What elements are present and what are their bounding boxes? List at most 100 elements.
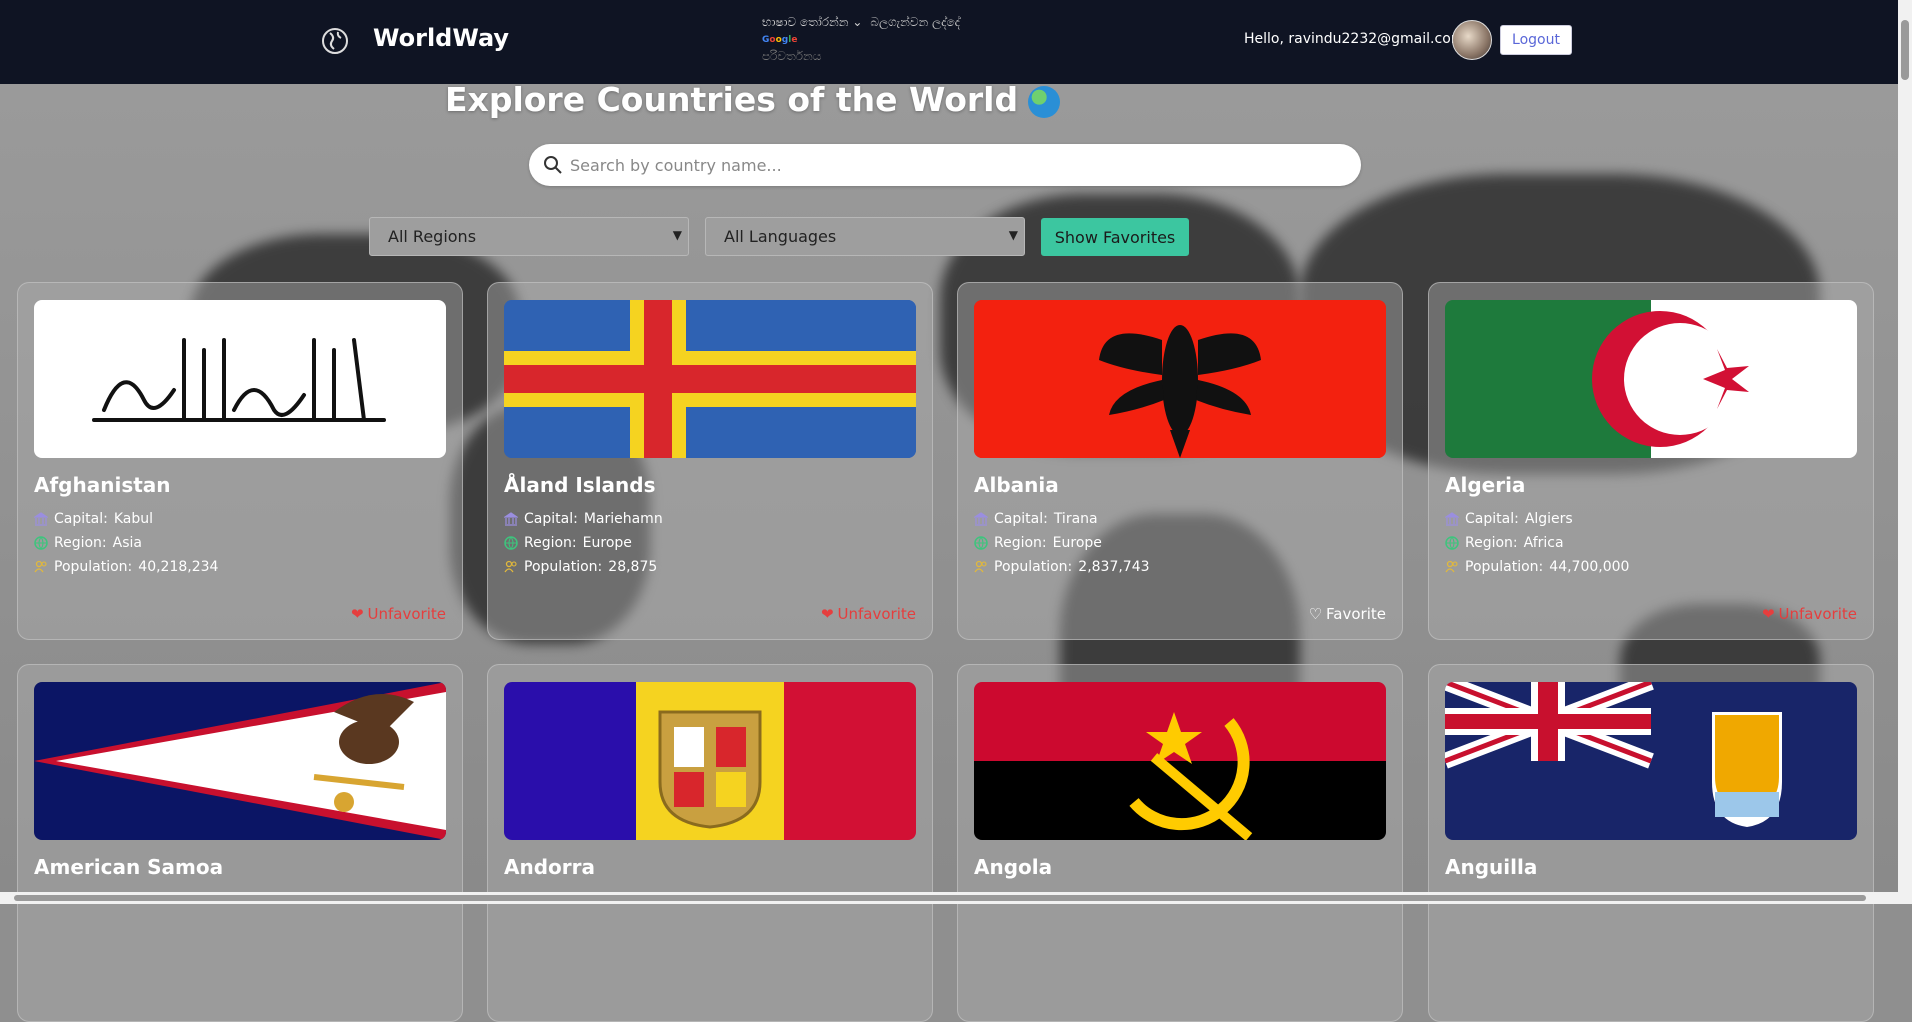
- country-flag: [974, 300, 1386, 458]
- region-row: Region: Europe: [504, 535, 632, 551]
- favorite-label: Unfavorite: [367, 605, 446, 623]
- country-flag: [1445, 300, 1857, 458]
- country-name[interactable]: American Samoa: [34, 855, 223, 879]
- navbar: WorldWay භාෂාව තෝරන්න ⌄ බලගැන්වන ලද්දේ G…: [0, 0, 1898, 84]
- capital-label: Capital:: [994, 511, 1048, 527]
- region-filter-select[interactable]: All Regions ▼: [369, 217, 689, 256]
- horizontal-scrollbar[interactable]: [0, 892, 1898, 904]
- favorite-label: Favorite: [1326, 605, 1386, 623]
- population-label: Population:: [994, 559, 1073, 575]
- country-name[interactable]: Afghanistan: [34, 473, 171, 497]
- population-row: Population: 2,837,743: [974, 559, 1150, 575]
- language-filter-select[interactable]: All Languages ▼: [705, 217, 1025, 256]
- country-card[interactable]: Albania Capital: Tirana Region: Europe P…: [957, 282, 1403, 640]
- vertical-scrollbar[interactable]: [1898, 0, 1912, 904]
- google-translate-widget: භාෂාව තෝරන්න ⌄ බලගැන්වන ලද්දේ Google පරි…: [762, 14, 960, 64]
- capital-label: Capital:: [54, 511, 108, 527]
- population-value: 2,837,743: [1078, 559, 1150, 575]
- unfavorite-button[interactable]: ❤ Unfavorite: [821, 605, 916, 623]
- globe-icon: [974, 536, 988, 550]
- country-name[interactable]: Andorra: [504, 855, 595, 879]
- country-card[interactable]: Afghanistan Capital: Kabul Region: Asia …: [17, 282, 463, 640]
- capital-value: Algiers: [1524, 511, 1573, 527]
- region-filter-value: All Regions: [388, 227, 477, 246]
- show-favorites-button[interactable]: Show Favorites: [1041, 218, 1189, 256]
- scrollbar-thumb[interactable]: [14, 895, 1866, 901]
- building-icon: [974, 512, 988, 526]
- chevron-down-icon: ▼: [1008, 228, 1018, 242]
- region-row: Region: Asia: [34, 535, 142, 551]
- capital-row: Capital: Tirana: [974, 511, 1098, 527]
- users-icon: [34, 560, 47, 573]
- capital-label: Capital:: [1465, 511, 1519, 527]
- country-name[interactable]: Algeria: [1445, 473, 1525, 497]
- capital-value: Kabul: [113, 511, 153, 527]
- brand-name[interactable]: WorldWay: [373, 24, 509, 52]
- capital-value: Tirana: [1053, 511, 1098, 527]
- heart-outline-icon: ♡: [1308, 605, 1323, 623]
- search-input[interactable]: Search by country name...: [529, 144, 1361, 186]
- language-filter-value: All Languages: [724, 227, 837, 246]
- scrollbar-thumb[interactable]: [1901, 20, 1909, 80]
- building-icon: [1445, 512, 1459, 526]
- country-name[interactable]: Anguilla: [1445, 855, 1537, 879]
- users-icon: [1445, 560, 1458, 573]
- users-icon: [504, 560, 517, 573]
- country-card[interactable]: Algeria Capital: Algiers Region: Africa …: [1428, 282, 1874, 640]
- capital-row: Capital: Algiers: [1445, 511, 1573, 527]
- country-card[interactable]: Åland Islands Capital: Mariehamn Region:…: [487, 282, 933, 640]
- country-card[interactable]: Anguilla: [1428, 664, 1874, 1022]
- country-name[interactable]: Angola: [974, 855, 1052, 879]
- capital-label: Capital:: [524, 511, 578, 527]
- page-title-text: Explore Countries of the World: [445, 80, 1019, 119]
- region-label: Region:: [994, 535, 1047, 551]
- region-label: Region:: [524, 535, 577, 551]
- country-card[interactable]: Andorra: [487, 664, 933, 1022]
- capital-value: Mariehamn: [583, 511, 663, 527]
- population-value: 40,218,234: [138, 559, 219, 575]
- google-logo: Google: [762, 35, 798, 45]
- population-row: Population: 40,218,234: [34, 559, 218, 575]
- population-value: 44,700,000: [1549, 559, 1630, 575]
- globe-icon: [34, 536, 48, 550]
- region-label: Region:: [1465, 535, 1518, 551]
- logout-button[interactable]: Logout: [1500, 25, 1572, 55]
- country-name[interactable]: Albania: [974, 473, 1059, 497]
- country-flag: [34, 300, 446, 458]
- unfavorite-button[interactable]: ❤ Unfavorite: [1762, 605, 1857, 623]
- region-value: Africa: [1523, 535, 1564, 551]
- country-flag: [504, 300, 916, 458]
- population-label: Population:: [54, 559, 133, 575]
- region-value: Europe: [582, 535, 632, 551]
- region-row: Region: Europe: [974, 535, 1102, 551]
- population-row: Population: 44,700,000: [1445, 559, 1629, 575]
- heart-filled-icon: ❤: [1761, 605, 1775, 623]
- population-label: Population:: [524, 559, 603, 575]
- country-card[interactable]: Angola: [957, 664, 1403, 1022]
- region-label: Region:: [54, 535, 107, 551]
- translate-service-label: පරිවර්තනය: [762, 49, 822, 63]
- region-value: Europe: [1052, 535, 1102, 551]
- heart-filled-icon: ❤: [350, 605, 364, 623]
- search-icon: [544, 156, 562, 174]
- unfavorite-button[interactable]: ❤ Unfavorite: [351, 605, 446, 623]
- avatar[interactable]: [1452, 20, 1492, 60]
- region-value: Asia: [112, 535, 142, 551]
- users-icon: [974, 560, 987, 573]
- user-greeting: Hello, ravindu2232@gmail.com: [1244, 31, 1465, 47]
- country-name[interactable]: Åland Islands: [504, 473, 656, 497]
- powered-by-label: බලගැන්වන ලද්දේ: [870, 15, 960, 29]
- favorite-label: Unfavorite: [837, 605, 916, 623]
- language-select[interactable]: භාෂාව තෝරන්න ⌄: [762, 14, 862, 30]
- population-value: 28,875: [608, 559, 658, 575]
- globe-icon: [1445, 536, 1459, 550]
- building-icon: [34, 512, 48, 526]
- page-title: Explore Countries of the World: [445, 80, 1061, 119]
- globe-emoji-icon: [1028, 85, 1061, 118]
- region-row: Region: Africa: [1445, 535, 1564, 551]
- favorite-button[interactable]: ♡ Favorite: [1309, 605, 1386, 623]
- country-card[interactable]: American Samoa: [17, 664, 463, 1022]
- globe-logo-icon[interactable]: [321, 27, 349, 55]
- heart-filled-icon: ❤: [820, 605, 834, 623]
- globe-icon: [504, 536, 518, 550]
